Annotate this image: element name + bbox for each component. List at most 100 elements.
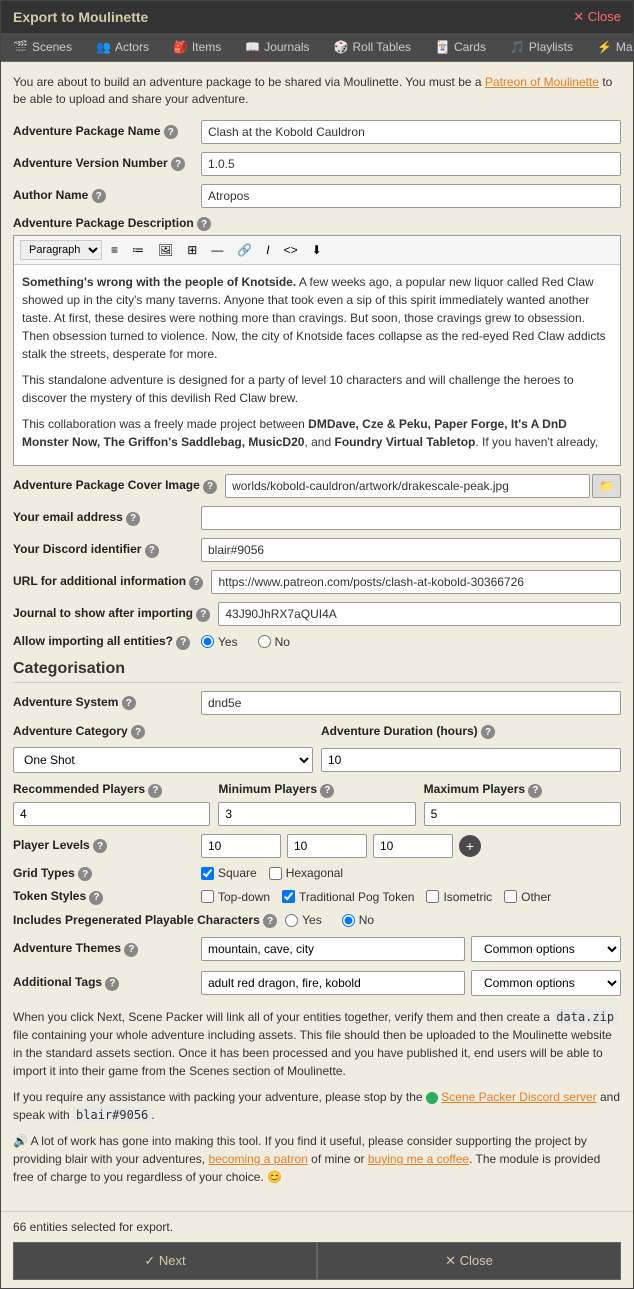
themes-help[interactable]: ? [124,943,138,957]
version-help[interactable]: ? [171,157,185,171]
max-players-input[interactable] [424,802,621,826]
package-name-input[interactable] [201,120,621,144]
pregenerated-no-radio[interactable] [342,914,355,927]
additional-tags-input[interactable] [201,971,465,995]
version-input[interactable] [201,152,621,176]
bullet-list-btn[interactable]: ≡ [106,240,123,260]
tab-items[interactable]: 🎒 Items [161,33,233,61]
close-icon[interactable]: ✕ Close [573,9,621,25]
player-level-1-input[interactable] [201,834,281,858]
discord-server-link[interactable]: Scene Packer Discord server [441,1090,596,1104]
download-btn[interactable]: ⬇ [307,240,327,260]
token-isometric-option[interactable]: Isometric [426,890,492,904]
grid-square-option[interactable]: Square [201,866,257,880]
max-players-help[interactable]: ? [528,784,542,798]
tab-scenes[interactable]: 🎬 Scenes [1,33,84,61]
grid-square-checkbox[interactable] [201,867,214,880]
recommended-players-help[interactable]: ? [148,784,162,798]
url-help[interactable]: ? [189,576,203,590]
allow-import-no-option[interactable]: No [258,635,290,649]
image-btn[interactable]: 🖼 [153,240,178,260]
min-players-input[interactable] [218,802,415,826]
add-level-btn[interactable]: + [459,835,481,857]
discord-row: Your Discord identifier ? [13,538,621,562]
close-button[interactable]: ✕ Close [317,1242,621,1280]
allow-import-yes-option[interactable]: Yes [201,635,238,649]
allow-import-help[interactable]: ? [176,636,190,650]
adventure-system-help[interactable]: ? [122,696,136,710]
adventure-category-help[interactable]: ? [131,725,145,739]
email-help[interactable]: ? [126,512,140,526]
journal-row: Journal to show after importing ? [13,602,621,626]
grid-hex-option[interactable]: Hexagonal [269,866,343,880]
token-pog-option[interactable]: Traditional Pog Token [282,890,414,904]
buying-coffee-link[interactable]: buying me a coffee [368,1152,469,1166]
pregenerated-yes-radio[interactable] [285,914,298,927]
grid-types-help[interactable]: ? [78,867,92,881]
token-styles-help[interactable]: ? [89,891,103,905]
tab-cards[interactable]: 🃏 Cards [423,33,498,61]
next-button[interactable]: ✓ Next [13,1242,317,1280]
allow-import-yes-radio[interactable] [201,635,214,648]
italic-btn[interactable]: I [261,240,274,260]
tab-macros-label: Macros [616,40,633,54]
tab-scenes-label: Scenes [32,40,72,54]
allow-import-no-radio[interactable] [258,635,271,648]
token-isometric-checkbox[interactable] [426,890,439,903]
cover-image-input[interactable] [225,474,590,498]
editor-content[interactable]: Something's wrong with the people of Kno… [14,265,620,465]
additional-tags-help[interactable]: ? [105,977,119,991]
data-zip-code: data.zip [553,1009,617,1025]
description-help[interactable]: ? [197,217,211,231]
discord-input[interactable] [201,538,621,562]
themes-row: Adventure Themes ? Common options [13,936,621,962]
email-input[interactable] [201,506,621,530]
journal-help[interactable]: ? [196,608,210,622]
player-level-3-input[interactable] [373,834,453,858]
discord-help[interactable]: ? [145,544,159,558]
discord-label: Your Discord identifier ? [13,542,193,558]
cover-image-help[interactable]: ? [203,480,217,494]
adventure-category-select[interactable]: One Shot Campaign Mini Campaign Adventur… [13,747,313,773]
themes-input[interactable] [201,937,465,961]
tab-actors[interactable]: 👥 Actors [84,33,161,61]
token-other-checkbox[interactable] [504,890,517,903]
adventure-duration-help[interactable]: ? [481,725,495,739]
themes-common-options-select[interactable]: Common options [471,936,621,962]
adventure-duration-input[interactable] [321,748,621,772]
pregenerated-help[interactable]: ? [263,914,277,928]
cover-image-file-btn[interactable]: 📁 [592,474,621,498]
tab-macros[interactable]: ⚡ Macros [585,33,633,61]
tab-rolltables[interactable]: 🎲 Roll Tables [322,33,423,61]
tab-journals[interactable]: 📖 Journals [233,33,321,61]
player-levels-help[interactable]: ? [93,839,107,853]
author-help[interactable]: ? [92,189,106,203]
adventure-system-input[interactable] [201,691,621,715]
version-label: Adventure Version Number ? [13,156,193,172]
pregenerated-yes-option[interactable]: Yes [285,913,322,927]
package-name-help[interactable]: ? [164,125,178,139]
recommended-players-input[interactable] [13,802,210,826]
hr-btn[interactable]: — [206,240,228,260]
token-other-option[interactable]: Other [504,890,551,904]
url-input[interactable] [211,570,621,594]
author-input[interactable] [201,184,621,208]
journal-input[interactable] [218,602,621,626]
patreon-link[interactable]: Patreon of Moulinette [485,75,599,89]
token-pog-checkbox[interactable] [282,890,295,903]
link-btn[interactable]: 🔗 [232,240,257,260]
email-row: Your email address ? [13,506,621,530]
token-topdown-option[interactable]: Top-down [201,890,270,904]
pregenerated-no-option[interactable]: No [342,913,374,927]
player-level-2-input[interactable] [287,834,367,858]
token-topdown-checkbox[interactable] [201,890,214,903]
table-btn[interactable]: ⊞ [182,240,202,260]
paragraph-select[interactable]: Paragraph [20,240,102,260]
min-players-help[interactable]: ? [320,784,334,798]
becoming-patron-link[interactable]: becoming a patron [208,1152,307,1166]
code-btn[interactable]: <> [279,240,303,260]
tab-playlists[interactable]: 🎵 Playlists [498,33,585,61]
ordered-list-btn[interactable]: ≔ [127,240,149,260]
grid-hex-checkbox[interactable] [269,867,282,880]
additional-tags-common-options-select[interactable]: Common options [471,970,621,996]
